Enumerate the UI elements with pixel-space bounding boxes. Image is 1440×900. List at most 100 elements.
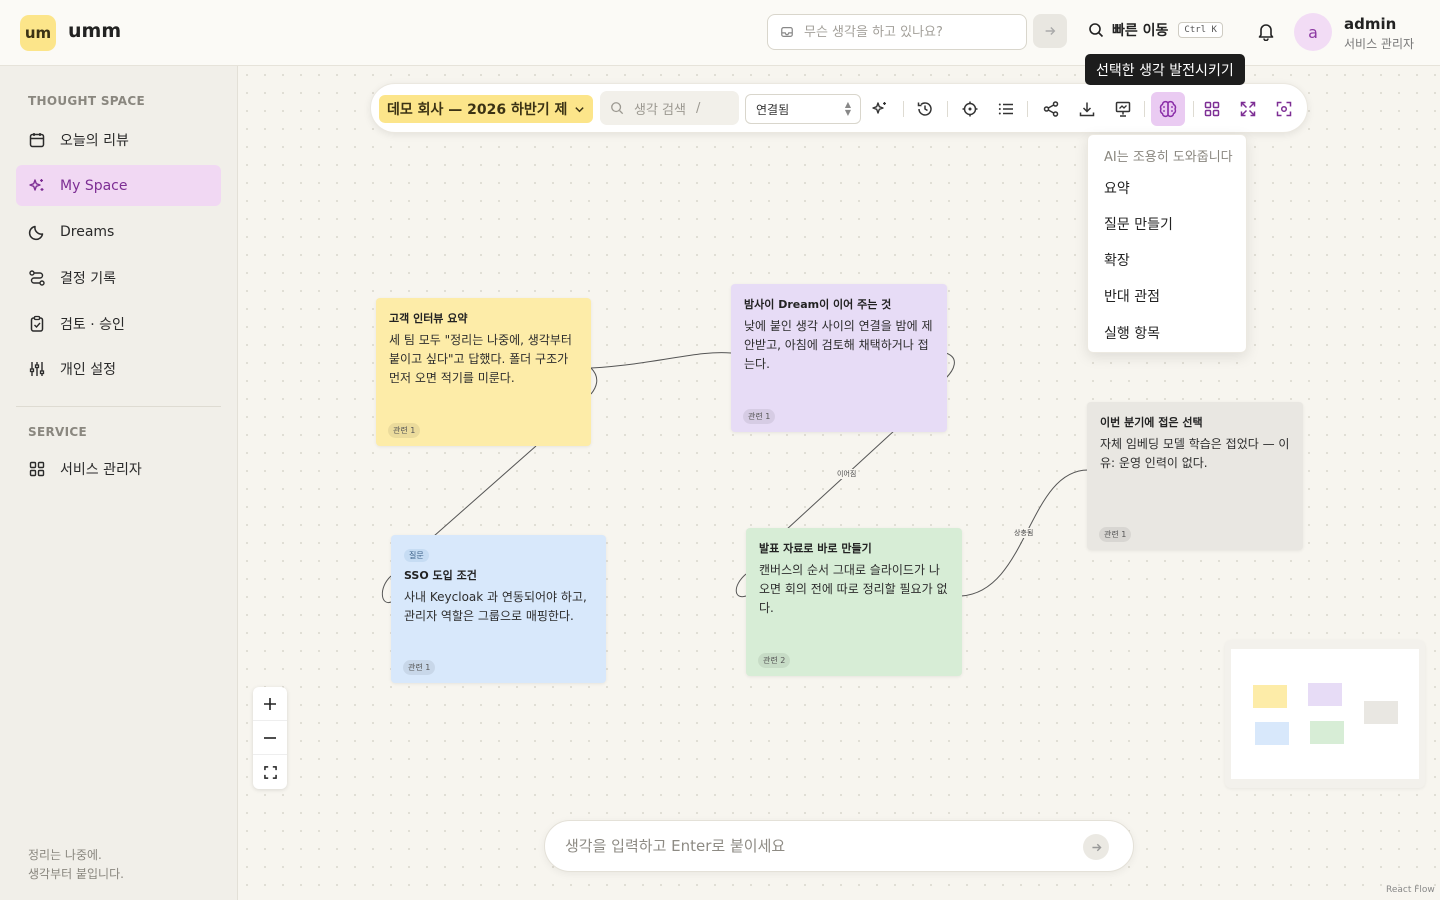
ai-action-menu: AI는 조용히 도와줍니다 요약 질문 만들기 확장 반대 관점 실행 항목 [1087,134,1247,353]
menu-item-expand[interactable]: 확장 [1104,250,1130,270]
fit-view-icon [263,765,277,779]
sidebar-item-my-space[interactable]: My Space [16,165,221,206]
moon-icon [28,225,44,240]
toolbar-separator [1144,101,1145,117]
sidebar-item-dreams[interactable]: Dreams [16,211,221,252]
edge-interview-sso[interactable] [433,445,537,537]
react-flow-attribution[interactable]: React Flow [1386,885,1435,895]
toolbar-separator [1027,101,1028,117]
related-badge[interactable]: 관련 1 [388,423,421,438]
user-name: admin [1344,15,1397,33]
zoom-in-button[interactable] [253,687,287,721]
fit-view-control[interactable] [253,755,287,789]
quick-thought-input[interactable] [804,24,1004,40]
related-badge[interactable]: 관련 1 [1099,527,1132,542]
plus-icon [264,697,276,710]
edge-interview-dream[interactable] [590,352,732,395]
thought-card[interactable]: 고객 인터뷰 요약 세 팀 모두 "정리는 나중에, 생각부터 붙이고 싶다"고… [376,298,591,446]
ai-suggest-button[interactable] [865,94,895,124]
goto-label: 빠른 이동 [1112,23,1169,39]
thought-card[interactable]: 밤사이 Dream이 이어 주는 것 낮에 붙인 생각 사이의 연결을 밤에 제… [731,284,947,432]
logo-badge[interactable]: um [20,15,56,51]
minus-icon [264,736,276,739]
workspace-select[interactable]: 데모 회사 — 2026 하반기 제 [379,95,593,123]
expand-button[interactable] [1233,94,1263,124]
card-title: 이번 분기에 접은 선택 [1100,416,1203,429]
menu-item-opposing-view[interactable]: 반대 관점 [1104,286,1160,306]
search-shortcut: / [695,100,701,116]
thought-card[interactable]: 발표 자료로 바로 만들기 캔버스의 순서 그대로 슬라이드가 나오면 회의 전… [746,528,962,676]
history-button[interactable] [910,94,940,124]
related-badge[interactable]: 관련 2 [758,653,791,668]
zoom-out-button[interactable] [253,721,287,755]
toolbar-separator [947,101,948,117]
minimap-node [1364,701,1398,724]
sidebar-item-label: 서비스 관리자 [60,461,142,478]
history-icon [917,102,932,116]
focus-button[interactable] [955,94,985,124]
card-body: 캔버스의 순서 그대로 슬라이드가 나오면 회의 전에 따로 정리할 필요가 없… [759,563,948,615]
sidebar-item-decisions[interactable]: 결정 기록 [16,257,221,298]
edge-slides-loop[interactable] [735,573,747,598]
bell-icon [1258,24,1274,42]
edge-sso-loop[interactable] [381,575,392,604]
send-button[interactable] [1083,834,1109,860]
toolbar-separator [903,101,904,117]
sidebar-item-review[interactable]: 오늘의 리뷰 [16,119,221,160]
avatar[interactable]: a [1294,13,1332,51]
sliders-icon [29,361,45,376]
crosshair-icon [962,101,978,117]
thought-composer[interactable] [544,820,1134,872]
user-role: 서비스 관리자 [1344,37,1415,51]
download-icon [1079,102,1095,117]
menu-item-summarize[interactable]: 요약 [1104,178,1130,198]
card-title: 고객 인터뷰 요약 [389,312,468,325]
sparkles-icon [872,102,886,114]
download-button[interactable] [1072,94,1102,124]
section-label-service: SERVICE [28,425,87,439]
list-view-button[interactable] [991,94,1021,124]
quick-goto-button[interactable]: 빠른 이동 Ctrl K [1088,20,1223,40]
connection-filter-select[interactable]: 연결됨 ▲ ▼ [745,94,861,124]
edge-dream-slides[interactable] [785,429,896,531]
inbox-icon [781,27,793,37]
sidebar-item-service-admin[interactable]: 서비스 관리자 [16,448,221,489]
thought-card[interactable]: 질문 SSO 도입 조건 사내 Keycloak 과 연동되어야 하고, 관리자… [391,535,606,683]
auto-layout-button[interactable] [1197,94,1227,124]
sidebar-item-label: 오늘의 리뷰 [60,132,129,149]
card-title: 밤사이 Dream이 이어 주는 것 [744,298,892,311]
card-body: 세 팀 모두 "정리는 나중에, 생각부터 붙이고 싶다"고 답했다. 폴더 구… [389,333,572,385]
menu-item-make-questions[interactable]: 질문 만들기 [1104,214,1173,234]
share-button[interactable] [1036,94,1066,124]
toolbar-tooltip: 선택한 생각 발전시키기 [1085,54,1245,85]
app-name[interactable]: umm [68,20,121,42]
thought-search-input[interactable]: 생각 검색 / [600,91,739,125]
related-badge[interactable]: 관련 1 [403,660,436,675]
minimap-node [1255,722,1289,745]
fit-view-button[interactable] [1269,94,1299,124]
search-icon [1089,23,1104,38]
composer-input[interactable] [565,837,1055,855]
sidebar-item-label: My Space [60,177,128,194]
notifications-button[interactable] [1256,21,1276,45]
edge-label-conflict: 상충됨 [1012,528,1036,538]
question-tag: 질문 [404,549,429,562]
expand-icon [1240,101,1256,117]
minimap-node [1310,721,1344,744]
presentation-button[interactable] [1108,94,1138,124]
menu-item-action-items[interactable]: 실행 항목 [1104,323,1160,343]
sparkles-icon [29,178,44,191]
edge-dream-loop[interactable] [945,352,955,379]
develop-thought-button[interactable] [1151,92,1185,126]
sidebar-item-review-approval[interactable]: 검토 · 승인 [16,303,221,344]
related-badge[interactable]: 관련 1 [743,409,776,424]
filter-value: 연결됨 [756,102,790,117]
sidebar-item-settings[interactable]: 개인 설정 [16,348,221,389]
quick-submit-button[interactable] [1033,14,1067,48]
minimap[interactable] [1225,640,1425,788]
arrow-right-icon [1091,843,1102,851]
card-body: 자체 임베딩 모델 학습은 접었다 — 이유: 운영 인력이 없다. [1100,437,1290,470]
quick-thought-field[interactable] [767,14,1027,50]
sidebar-item-label: Dreams [60,223,115,240]
thought-card[interactable]: 이번 분기에 접은 선택 자체 임베딩 모델 학습은 접었다 — 이유: 운영 … [1087,402,1303,550]
